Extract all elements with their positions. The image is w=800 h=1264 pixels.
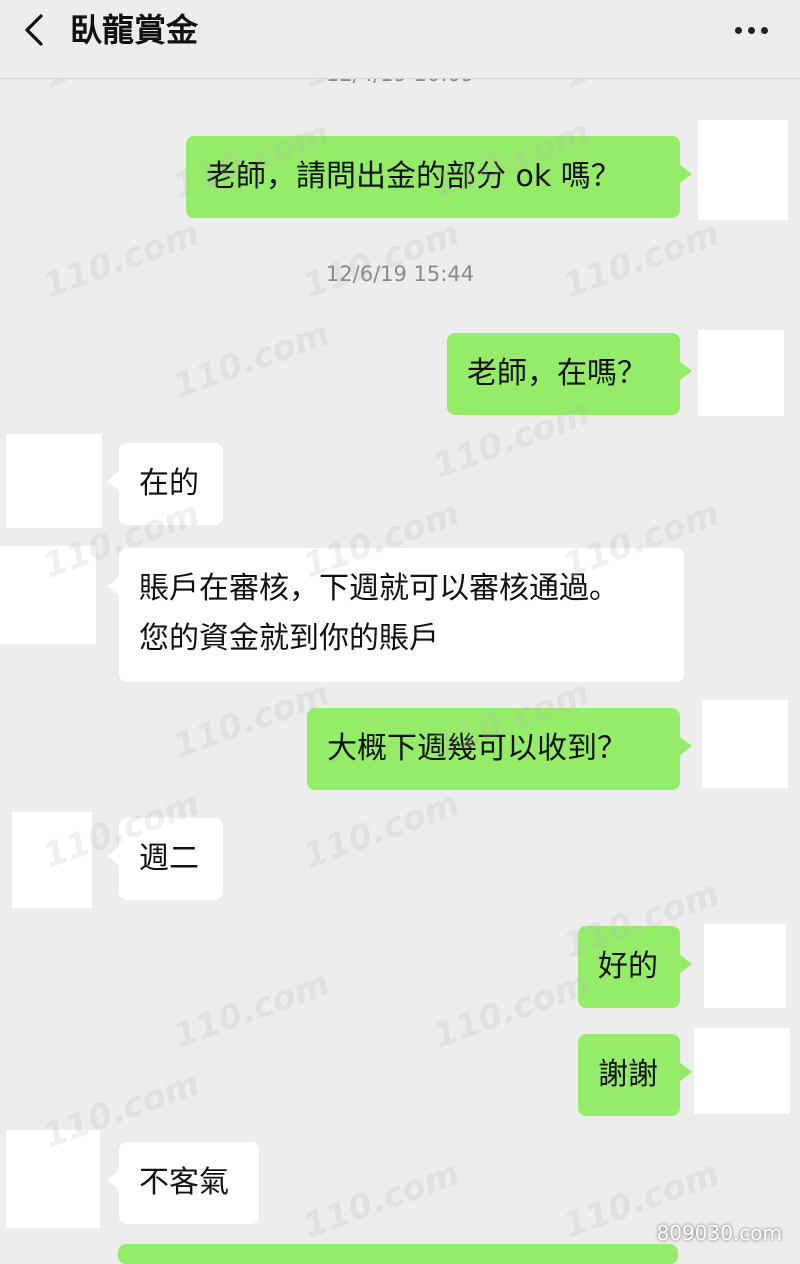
site-watermark: 809030.com xyxy=(656,1221,782,1245)
message-bubble-sent[interactable]: 老師，請問出金的部分 ok 嗎？ xyxy=(186,136,692,218)
message-bubble-received[interactable]: 不客氣 xyxy=(107,1142,259,1224)
chat-area[interactable]: 12/4/19 10:09 老師，請問出金的部分 ok 嗎？ 12/6/19 1… xyxy=(0,0,800,1264)
my-avatar[interactable] xyxy=(698,120,788,220)
contact-avatar[interactable] xyxy=(6,434,102,528)
message-bubble-received[interactable]: 週二 xyxy=(107,818,223,900)
message-bubble-sent[interactable]: 老師，在嗎？ xyxy=(447,333,692,415)
more-options-button[interactable] xyxy=(726,8,776,52)
chat-title: 臥龍賞金 xyxy=(70,11,199,49)
chat-header: 臥龍賞金 xyxy=(0,0,800,79)
message-line: 賬戶在審核，下週就可以審核通過。 xyxy=(139,571,619,606)
message-line: 您的資金就到你的賬戶 xyxy=(139,621,439,656)
more-dots-icon xyxy=(734,26,742,34)
message-bubble-sent[interactable]: 好的 xyxy=(578,926,692,1008)
message-bubble-received[interactable]: 在的 xyxy=(107,443,223,525)
message-bubble-sent[interactable]: 大概下週幾可以收到？ xyxy=(307,708,692,790)
my-avatar[interactable] xyxy=(702,700,788,788)
more-dots-icon xyxy=(760,26,768,34)
timestamp: 12/6/19 15:44 xyxy=(325,262,475,286)
my-avatar[interactable] xyxy=(698,330,784,416)
contact-avatar[interactable] xyxy=(12,812,92,908)
back-button[interactable] xyxy=(14,10,54,50)
message-bubble-received[interactable]: 賬戶在審核，下週就可以審核通過。 您的資金就到你的賬戶 xyxy=(107,548,684,682)
my-avatar[interactable] xyxy=(704,924,786,1008)
my-avatar[interactable] xyxy=(694,1028,790,1114)
more-dots-icon xyxy=(747,26,755,34)
contact-avatar[interactable] xyxy=(6,1130,100,1228)
message-bubble-sent[interactable]: 謝謝 xyxy=(578,1034,692,1116)
contact-avatar[interactable] xyxy=(0,546,96,644)
message-bubble-sent-partial[interactable] xyxy=(118,1244,678,1264)
chevron-left-icon xyxy=(25,14,43,46)
